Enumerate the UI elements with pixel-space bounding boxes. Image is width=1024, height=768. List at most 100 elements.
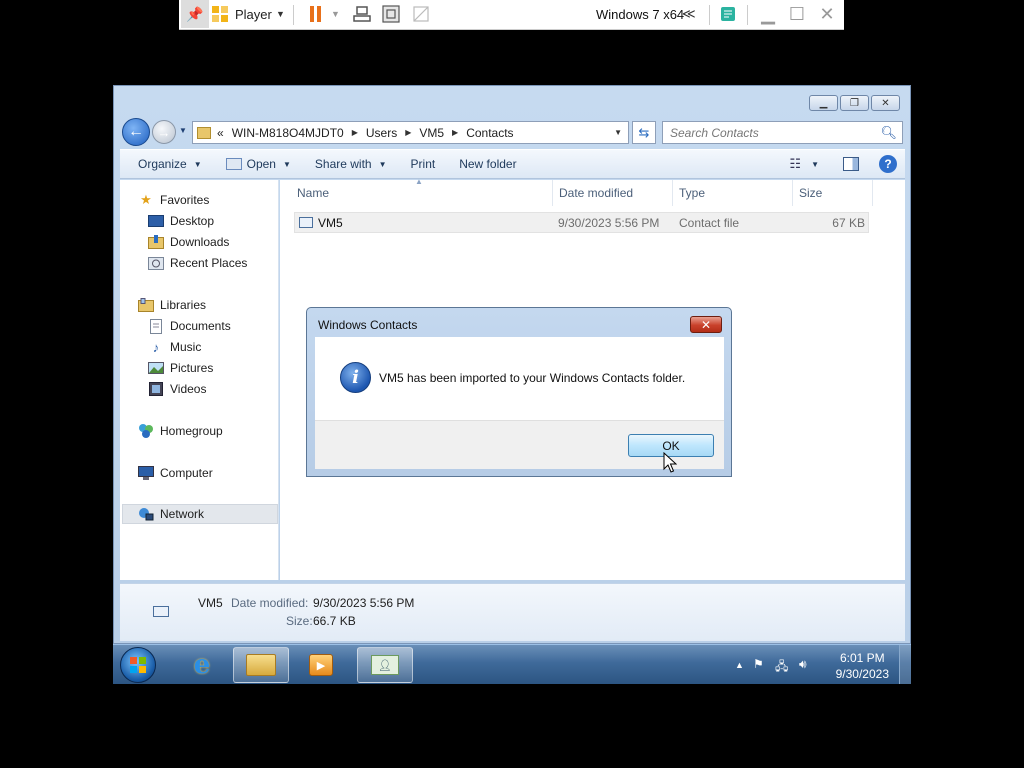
refresh-icon[interactable]: ⇆ — [632, 121, 656, 144]
toolbar-divider — [747, 5, 748, 25]
pin-icon[interactable]: 📌 — [181, 0, 209, 28]
column-header-size[interactable]: Size — [793, 180, 873, 206]
power-options-chevron-down-icon[interactable]: ▼ — [331, 0, 340, 28]
show-hidden-icons-icon[interactable]: ▲ — [735, 660, 744, 670]
contacts-icon: 👤︎ — [371, 655, 399, 675]
player-menu-button[interactable]: Player — [235, 0, 272, 28]
folder-icon — [197, 126, 211, 139]
search-icon[interactable]: 🔍︎ — [880, 125, 897, 141]
taskbar: e ▶ 👤︎ ▲ ⚑ 🖧︎ 🔊︎ 6:01 PM 9/30/2023 — [113, 644, 911, 684]
fullscreen-icon[interactable] — [380, 0, 402, 28]
details-file-name: VM5 — [198, 596, 223, 610]
maximize-icon[interactable]: ☐ — [785, 0, 809, 28]
windows-contacts-button[interactable]: 👤︎ — [357, 647, 413, 683]
table-row[interactable]: VM5 9/30/2023 5:56 PM Contact file 67 KB — [294, 212, 869, 233]
player-menu-chevron-down-icon[interactable]: ▼ — [276, 0, 285, 28]
address-bar[interactable]: « WIN-M818O4MJDT0 ▶ Users ▶ VM5 ▶ Contac… — [192, 121, 629, 144]
forward-arrow-icon[interactable]: → — [152, 120, 176, 144]
nav-item-homegroup[interactable]: Homegroup — [138, 421, 294, 441]
command-bar: Organize ▼ Open ▼ Share with ▼ Print New… — [120, 149, 905, 179]
recent-pages-chevron-down-icon[interactable]: ▼ — [179, 126, 187, 135]
send-keys-icon[interactable] — [351, 0, 373, 28]
view-controls: ☷ ▼ ? — [789, 155, 897, 173]
computer-icon — [138, 465, 154, 480]
maximize-icon[interactable]: ❐ — [840, 95, 869, 111]
notes-icon[interactable] — [718, 0, 738, 28]
nav-item-network[interactable]: Network — [122, 504, 278, 524]
collapse-icon[interactable]: ≪ — [682, 0, 696, 28]
windows-explorer-button[interactable] — [233, 647, 289, 683]
column-header-date-modified[interactable]: Date modified — [553, 180, 673, 206]
close-icon[interactable]: ✕ — [815, 0, 839, 28]
breadcrumb-computer[interactable]: WIN-M818O4MJDT0 — [232, 126, 344, 140]
volume-icon[interactable]: 🔊︎ — [799, 657, 807, 672]
videos-icon — [148, 382, 164, 396]
toolbar-divider — [709, 5, 710, 25]
breadcrumb-contacts[interactable]: Contacts — [466, 126, 513, 140]
nav-label: Homegroup — [160, 424, 223, 438]
media-player-icon: ▶ — [309, 654, 333, 676]
nav-label: Documents — [170, 319, 231, 333]
start-button[interactable] — [120, 647, 156, 683]
minimize-icon[interactable]: ▁ — [756, 0, 780, 28]
breadcrumb-chevron-icon[interactable]: ▶ — [405, 128, 411, 137]
address-history-chevron-down-icon[interactable]: ▼ — [614, 128, 622, 137]
contact-file-icon — [299, 217, 313, 228]
search-placeholder: Search Contacts — [670, 125, 759, 140]
vmware-player-toolbar: 📌 Player ▼ ▼ Windows 7 x64 ≪ ▁ ☐ ✕ — [179, 0, 844, 30]
view-options-chevron-down-icon[interactable]: ▼ — [811, 160, 819, 169]
file-type: Contact file — [679, 216, 740, 230]
nav-item-libraries[interactable]: Libraries — [138, 295, 294, 315]
network-icon[interactable]: 🖧︎ — [775, 657, 788, 678]
breadcrumb-chevron-icon[interactable]: ▶ — [452, 128, 458, 137]
sort-ascending-icon: ▲ — [415, 177, 423, 186]
breadcrumb-chevron-icon[interactable]: ▶ — [352, 128, 358, 137]
contact-file-icon — [153, 606, 169, 617]
file-date-modified: 9/30/2023 5:56 PM — [558, 216, 660, 230]
column-header-name[interactable]: Name ▲ — [280, 177, 553, 206]
star-icon: ★ — [140, 192, 152, 207]
back-arrow-icon[interactable]: ← — [122, 118, 150, 146]
nav-item-favorites[interactable]: ★ Favorites — [138, 190, 294, 210]
share-with-button[interactable]: Share with ▼ — [309, 157, 393, 171]
action-center-flag-icon[interactable]: ⚑ — [753, 657, 764, 671]
music-icon: ♪ — [152, 339, 160, 355]
system-tray: ▲ ⚑ 🖧︎ 🔊︎ 6:01 PM 9/30/2023 — [731, 645, 911, 684]
documents-icon — [148, 318, 164, 334]
print-button[interactable]: Print — [405, 157, 442, 171]
nav-label: Libraries — [160, 298, 207, 312]
chevron-down-icon[interactable]: ▼ — [283, 160, 291, 169]
column-label: Size — [799, 186, 823, 200]
breadcrumb-users[interactable]: Users — [366, 126, 397, 140]
recent-places-icon — [148, 256, 164, 270]
clock[interactable]: 6:01 PM 9/30/2023 — [836, 650, 889, 682]
media-player-button[interactable]: ▶ — [293, 647, 349, 683]
nav-label: Recent Places — [170, 256, 248, 270]
close-icon[interactable]: ✕ — [690, 316, 722, 333]
details-date-value: 9/30/2023 5:56 PM — [313, 596, 415, 610]
nav-item-computer[interactable]: Computer — [138, 463, 294, 483]
nav-label: Music — [170, 340, 202, 354]
new-folder-button[interactable]: New folder — [453, 157, 522, 171]
minimize-icon[interactable]: ▁ — [809, 95, 838, 111]
unity-icon[interactable] — [410, 0, 432, 28]
open-label: Open — [246, 157, 276, 171]
search-input[interactable]: Search Contacts 🔍︎ — [662, 121, 903, 144]
breadcrumb-vm5[interactable]: VM5 — [419, 126, 444, 140]
organize-label: Organize — [138, 157, 187, 171]
help-icon[interactable]: ? — [879, 155, 897, 173]
windows-logo-icon — [130, 657, 146, 673]
internet-explorer-button[interactable]: e — [174, 647, 230, 683]
breadcrumb-overflow[interactable]: « — [217, 126, 224, 140]
pause-icon[interactable] — [307, 0, 323, 28]
vm-name-label: Windows 7 x64 — [596, 6, 685, 22]
network-icon — [138, 507, 154, 521]
preview-pane-icon[interactable] — [843, 157, 859, 171]
organize-button[interactable]: Organize ▼ — [132, 157, 208, 171]
open-button[interactable]: Open ▼ — [220, 157, 297, 171]
change-view-icon[interactable]: ☷ — [789, 156, 801, 172]
toolbar-divider — [293, 5, 294, 25]
column-header-type[interactable]: Type — [673, 180, 793, 206]
close-icon[interactable]: ✕ — [871, 95, 900, 111]
show-desktop-button[interactable] — [899, 645, 911, 684]
